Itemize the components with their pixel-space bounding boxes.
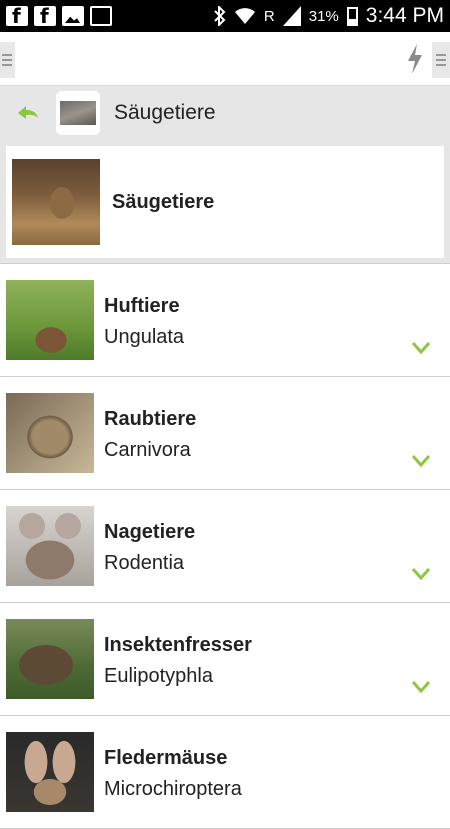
signal-label: R (263, 7, 275, 25)
status-bar: R 31% 3:44 PM (0, 0, 450, 32)
lightning-icon[interactable] (406, 44, 424, 74)
list-item-image (6, 619, 94, 699)
list-item-subtitle: Eulipotyphla (104, 665, 213, 687)
list-item-image (6, 506, 94, 586)
list-item[interactable]: Fledermäuse Microchiroptera (0, 716, 450, 829)
list-item-title: Raubtiere (104, 408, 197, 430)
chevron-down-icon[interactable] (412, 681, 430, 693)
list-item-subtitle: Rodentia (104, 552, 185, 574)
list-item-image (6, 280, 94, 360)
bluetooth-icon (214, 6, 226, 26)
list-item-title: Nagetiere (104, 521, 196, 543)
list-item-subtitle: Carnivora (104, 439, 191, 461)
list-item-title: Fledermäuse (104, 747, 228, 769)
category-title: Säugetiere (112, 190, 215, 213)
list-item-title: Insektenfresser (104, 634, 252, 656)
facebook-icon (34, 4, 56, 28)
gallery-icon (62, 6, 84, 26)
battery-icon (346, 6, 358, 26)
voicemail-icon (90, 6, 112, 26)
chevron-down-icon[interactable] (412, 568, 430, 580)
chevron-down-icon[interactable] (412, 342, 430, 354)
list-item-subtitle: Microchiroptera (104, 778, 242, 800)
chevron-down-icon[interactable] (412, 455, 430, 467)
battery-percent: 31% (308, 7, 339, 25)
clock: 3:44 PM (365, 4, 444, 27)
signal-icon (282, 6, 301, 26)
list-item-image (6, 732, 94, 812)
back-arrow-icon[interactable] (16, 104, 40, 122)
list-item-title: Huftiere (104, 295, 180, 317)
wifi-icon (234, 8, 255, 24)
left-menu-icon[interactable] (0, 42, 15, 78)
breadcrumb: Säugetiere (0, 86, 450, 140)
list-item-image (6, 393, 94, 473)
category-header-card: Säugetiere (6, 146, 444, 258)
right-menu-icon[interactable] (432, 42, 450, 78)
list-item[interactable]: Raubtiere Carnivora (0, 377, 450, 490)
facebook-icon (6, 4, 28, 28)
app-bar (0, 32, 450, 86)
list-item[interactable]: Nagetiere Rodentia (0, 490, 450, 603)
category-image (12, 159, 100, 245)
subcategory-list: Huftiere Ungulata Raubtiere Carnivora Na… (0, 264, 450, 829)
list-item[interactable]: Insektenfresser Eulipotyphla (0, 603, 450, 716)
breadcrumb-title: Säugetiere (114, 101, 216, 124)
list-item-subtitle: Ungulata (104, 326, 185, 348)
breadcrumb-thumbnail (56, 91, 100, 135)
category-header: Säugetiere (0, 140, 450, 264)
list-item[interactable]: Huftiere Ungulata (0, 264, 450, 377)
